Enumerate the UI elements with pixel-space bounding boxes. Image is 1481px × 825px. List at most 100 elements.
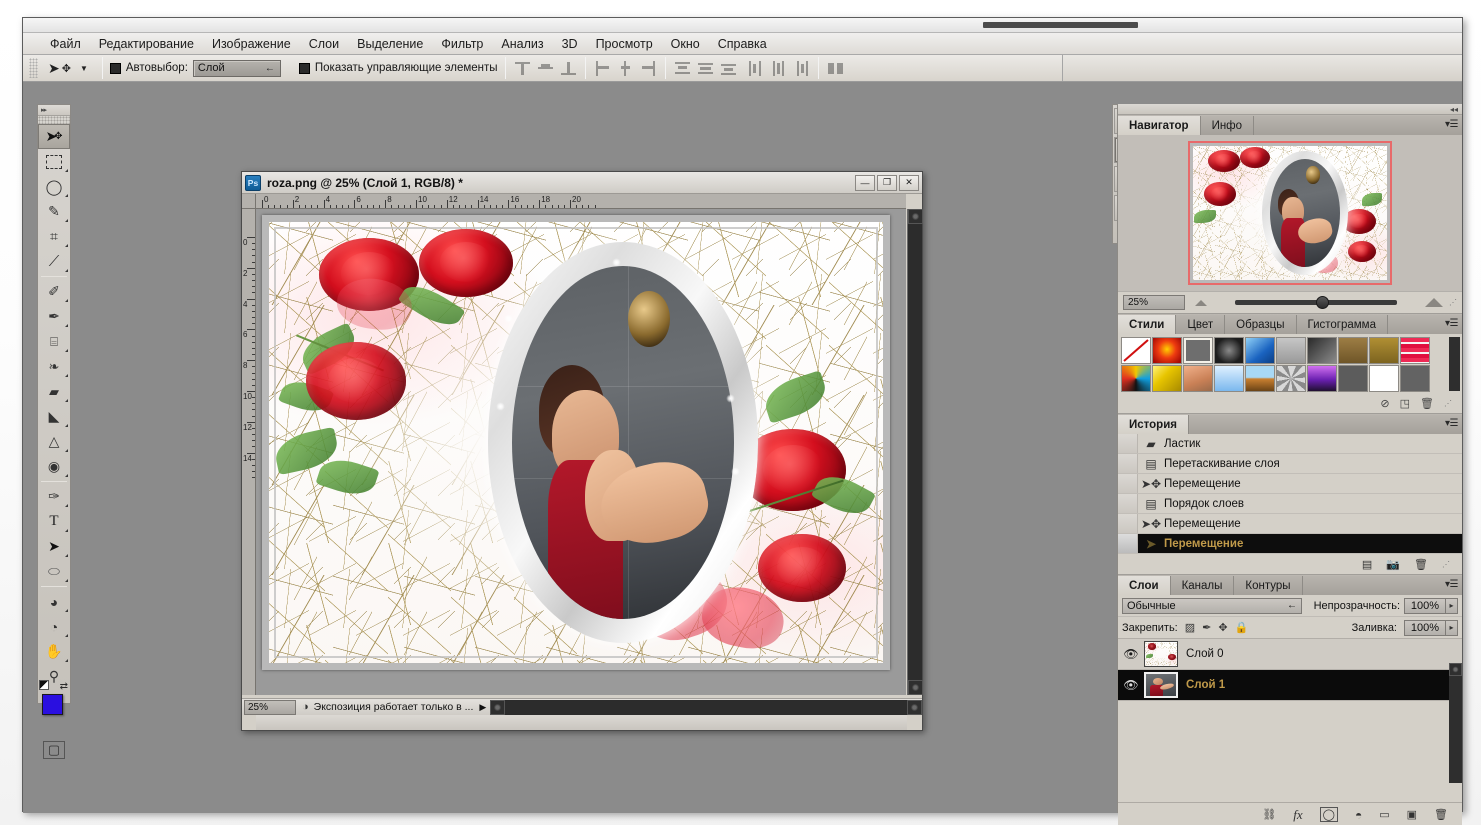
distribute-vertical-centers-icon[interactable]: [696, 59, 715, 78]
delete-layer-icon[interactable]: 🗑: [1434, 808, 1448, 821]
layer-style-fx-icon[interactable]: fx: [1293, 807, 1302, 823]
tab-color[interactable]: Цвет: [1176, 315, 1226, 334]
style-swatch[interactable]: [1276, 365, 1306, 392]
style-swatch[interactable]: [1121, 365, 1151, 392]
dock-collapse-bar[interactable]: ◂◂: [1118, 104, 1462, 115]
artboard[interactable]: [262, 215, 890, 670]
tab-history[interactable]: История: [1118, 415, 1189, 434]
tab-channels[interactable]: Каналы: [1170, 576, 1235, 595]
show-controls-checkbox[interactable]: [298, 62, 310, 74]
maximize-button[interactable]: ❐: [877, 174, 897, 191]
style-swatch[interactable]: [1307, 365, 1337, 392]
opacity-stepper-icon[interactable]: ▸: [1446, 597, 1458, 614]
history-item[interactable]: ▤ Перетаскивание слоя: [1118, 454, 1462, 474]
lock-transparency-icon[interactable]: ▨: [1185, 621, 1195, 634]
zoom-in-icon[interactable]: [1425, 298, 1443, 307]
adjustment-layer-icon[interactable]: ◓: [1355, 808, 1362, 822]
fill-stepper-icon[interactable]: ▸: [1446, 619, 1458, 636]
menu-image[interactable]: Изображение: [203, 35, 300, 53]
tool-dodge[interactable]: ◉: [38, 454, 70, 479]
history-snapshot-checkbox[interactable]: [1118, 534, 1138, 553]
new-document-icon[interactable]: ▤: [1362, 558, 1372, 571]
tool-paint-bucket[interactable]: ◣: [38, 404, 70, 429]
link-layers-icon[interactable]: ⛓: [1262, 808, 1276, 821]
tool-eyedropper[interactable]: ⟋: [38, 249, 70, 274]
style-swatch[interactable]: [1338, 365, 1368, 392]
layer-visibility-icon[interactable]: 👁: [1118, 647, 1144, 661]
opacity-control[interactable]: 100% ▸: [1404, 597, 1458, 614]
navigator-zoom-field[interactable]: 25%: [1123, 295, 1185, 310]
tab-layers[interactable]: Слои: [1118, 576, 1171, 595]
menu-layers[interactable]: Слои: [300, 35, 348, 53]
style-swatch[interactable]: [1152, 365, 1182, 392]
distribute-left-edges-icon[interactable]: [746, 59, 765, 78]
toolbox-grip[interactable]: [38, 116, 70, 124]
tab-info[interactable]: Инфо: [1200, 116, 1255, 135]
tool-healing-brush[interactable]: ✐: [38, 279, 70, 304]
tool-3d-rotate[interactable]: ◕: [38, 589, 70, 614]
style-swatch[interactable]: [1183, 337, 1213, 364]
tool-history-brush[interactable]: ❧: [38, 354, 70, 379]
style-swatch[interactable]: [1214, 365, 1244, 392]
tool-ellipse-shape[interactable]: ⬭: [38, 559, 70, 584]
scroll-down-button[interactable]: [908, 680, 923, 695]
tool-type[interactable]: T: [38, 509, 70, 534]
tab-paths[interactable]: Контуры: [1234, 576, 1303, 595]
lock-image-icon[interactable]: ✒: [1202, 621, 1211, 634]
lock-all-icon[interactable]: 🔒: [1235, 621, 1249, 634]
styles-resize-grip[interactable]: ⋰: [1444, 399, 1452, 408]
menu-select[interactable]: Выделение: [348, 35, 432, 53]
tool-hand[interactable]: ✋: [38, 639, 70, 664]
style-swatch-none[interactable]: [1121, 337, 1151, 364]
navigator-resize-grip[interactable]: ⋰: [1449, 298, 1457, 307]
menu-view[interactable]: Просмотр: [587, 35, 662, 53]
document-title-bar[interactable]: Ps roza.png @ 25% (Слой 1, RGB/8) * — ❐ …: [242, 172, 922, 194]
status-doc-icon[interactable]: ◑: [302, 701, 309, 713]
tool-marquee[interactable]: [38, 149, 70, 174]
tab-styles[interactable]: Стили: [1118, 315, 1177, 334]
default-colors-icon[interactable]: [39, 680, 49, 690]
history-snapshot-checkbox[interactable]: [1118, 514, 1138, 533]
history-snapshot-checkbox[interactable]: [1118, 454, 1138, 473]
history-item[interactable]: ➤✥ Перемещение: [1118, 474, 1462, 494]
delete-icon[interactable]: 🗑: [1414, 558, 1428, 571]
scroll-left-button[interactable]: [490, 699, 506, 715]
tool-3d-orbit[interactable]: ◔: [38, 614, 70, 639]
delete-style-icon[interactable]: 🗑: [1420, 397, 1434, 410]
history-item[interactable]: ▰ Ластик: [1118, 434, 1462, 454]
tool-crop[interactable]: ⌗: [38, 224, 70, 249]
new-layer-icon[interactable]: ▣: [1407, 808, 1417, 821]
snapshot-icon[interactable]: 📷: [1386, 558, 1400, 571]
fill-control[interactable]: 100% ▸: [1404, 619, 1458, 636]
auto-select-dropdown[interactable]: Слой ←: [192, 59, 281, 77]
align-horizontal-centers-icon[interactable]: [616, 59, 635, 78]
tab-navigator[interactable]: Навигатор: [1118, 116, 1201, 135]
distribute-top-edges-icon[interactable]: [673, 59, 692, 78]
ruler-horizontal[interactable]: 0 2 4 6 8 10 12 14 16 18 20: [256, 194, 906, 209]
options-bar-grip[interactable]: [29, 58, 38, 78]
ruler-vertical[interactable]: 0 2 4 6 8 10 12 14: [242, 209, 256, 695]
swap-colors-icon[interactable]: ⇄: [60, 681, 68, 692]
style-swatch[interactable]: [1400, 337, 1430, 364]
tab-swatches[interactable]: Образцы: [1225, 315, 1297, 334]
tool-quick-selection[interactable]: ✎: [38, 199, 70, 224]
new-style-icon[interactable]: ◳: [1400, 397, 1410, 410]
tool-quick-mask[interactable]: ▢: [38, 737, 70, 762]
canvas-scrollbar-vertical[interactable]: [907, 209, 923, 695]
distribute-bottom-edges-icon[interactable]: [719, 59, 738, 78]
history-item[interactable]: ▤ Порядок слоев: [1118, 494, 1462, 514]
slider-knob[interactable]: [1316, 296, 1329, 309]
close-button[interactable]: ✕: [899, 174, 919, 191]
history-snapshot-checkbox[interactable]: [1118, 494, 1138, 513]
chevron-down-icon[interactable]: ▼: [80, 64, 88, 73]
align-top-edges-icon[interactable]: [513, 59, 532, 78]
scroll-up-button[interactable]: [908, 209, 923, 224]
new-group-icon[interactable]: ▭: [1379, 808, 1389, 821]
distribute-horizontal-centers-icon[interactable]: [769, 59, 788, 78]
tool-move[interactable]: ➤ ✥: [38, 124, 70, 149]
style-swatch[interactable]: [1245, 337, 1275, 364]
status-expand-arrow-icon[interactable]: ▶: [479, 702, 486, 713]
navigator-zoom-slider[interactable]: [1213, 296, 1419, 310]
layer-thumbnail[interactable]: [1144, 641, 1178, 667]
menu-3d[interactable]: 3D: [553, 35, 587, 53]
